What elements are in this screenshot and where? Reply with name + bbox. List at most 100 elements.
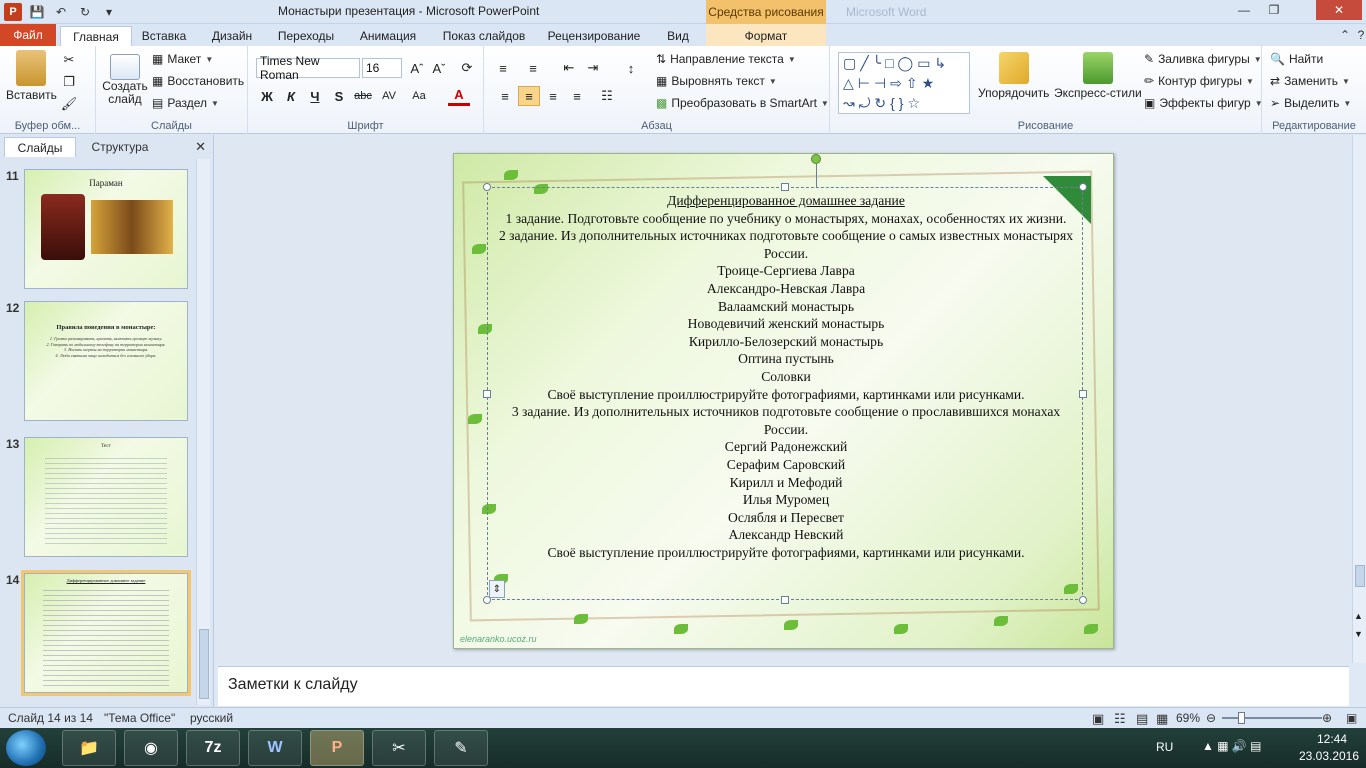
decrease-indent-icon[interactable]: ⇤ (558, 58, 580, 78)
slideshow-icon[interactable]: ▦ (1156, 711, 1168, 727)
scrollbar-thumb[interactable] (199, 629, 209, 699)
tab-file[interactable]: Файл (0, 24, 56, 46)
thumbnail-image[interactable]: Правила поведения в монастыре: 1. Громко… (24, 301, 188, 421)
layout-button[interactable]: ▦ Макет ▼ (152, 52, 213, 66)
text-placeholder[interactable]: Дифференцированное домашнее задание 1 за… (483, 154, 1087, 604)
rotation-handle[interactable] (811, 154, 821, 164)
tab-slideshow[interactable]: Показ слайдов (436, 26, 532, 46)
section-button[interactable]: ▤ Раздел ▼ (152, 96, 219, 110)
char-spacing-button[interactable]: AV (378, 86, 400, 106)
line-spacing-icon[interactable]: ↕ (620, 58, 642, 78)
resize-handle[interactable] (1079, 596, 1087, 604)
font-color-button[interactable]: A (448, 86, 470, 106)
resize-handle[interactable] (781, 183, 789, 191)
smartart-button[interactable]: ▩ Преобразовать в SmartArt ▼ (656, 96, 829, 110)
shadow-button[interactable]: S (328, 86, 350, 106)
quick-styles-button[interactable]: Экспресс-стили (1054, 52, 1142, 100)
minimize-button[interactable]: — (1230, 0, 1258, 20)
paste-button[interactable]: Вставить (6, 50, 57, 102)
align-left-icon[interactable]: ≡ (494, 86, 516, 106)
tab-home[interactable]: Главная (60, 26, 132, 46)
text-direction-button[interactable]: ⇅ Направление текста ▼ (656, 52, 796, 66)
prev-slide-icon[interactable]: ▲ (1354, 611, 1363, 621)
explorer-icon[interactable]: 📁 (62, 730, 116, 766)
align-center-icon[interactable]: ≡ (518, 86, 540, 106)
grow-font-icon[interactable]: Aˆ (406, 58, 428, 78)
maximize-button[interactable]: ❐ (1260, 0, 1288, 20)
powerpoint-taskbar-icon[interactable]: P (310, 730, 364, 766)
close-button[interactable]: ✕ (1316, 0, 1362, 20)
thumbnail-image[interactable]: Тест (24, 437, 188, 557)
fit-to-window-icon[interactable]: ▣ (1346, 711, 1357, 725)
replace-button[interactable]: ⇄ Заменить ▼ (1270, 74, 1350, 88)
bold-button[interactable]: Ж (256, 86, 278, 106)
word-icon[interactable]: W (248, 730, 302, 766)
thumbnail-image-selected[interactable]: Дифференцированное домашнее задание (21, 570, 191, 696)
align-right-icon[interactable]: ≡ (542, 86, 564, 106)
slide-sorter-icon[interactable]: ☷ (1114, 711, 1126, 727)
theme-name[interactable]: "Тема Office" (104, 711, 175, 725)
slides-pane-scrollbar[interactable] (196, 159, 210, 705)
zoom-level[interactable]: 69% (1176, 711, 1200, 725)
autofit-options-icon[interactable]: ⇕ (489, 580, 505, 598)
align-text-button[interactable]: ▦ Выровнять текст ▼ (656, 74, 777, 88)
shapes-gallery[interactable]: ▢╱╰□◯▭↳ △⊢⊣⇨⇧★ ↝⤾↻{}☆ (838, 52, 970, 114)
thumbnail-image[interactable]: Параман (24, 169, 188, 289)
start-button[interactable] (6, 730, 46, 766)
customize-qat-icon[interactable]: ▾ (100, 3, 118, 21)
font-size-field[interactable]: 16 (362, 58, 402, 78)
strikethrough-button[interactable]: abc (352, 86, 374, 106)
reset-button[interactable]: ▦ Восстановить (152, 74, 244, 88)
input-language[interactable]: RU (1156, 740, 1173, 754)
notes-pane[interactable]: Заметки к слайду (218, 666, 1349, 706)
clock-time[interactable]: 12:44 (1304, 732, 1360, 746)
tab-review[interactable]: Рецензирование (544, 26, 644, 46)
tab-format[interactable]: Формат (720, 26, 812, 46)
scrollbar-thumb[interactable] (1355, 565, 1365, 587)
tab-slides[interactable]: Слайды (4, 137, 76, 157)
tab-insert[interactable]: Вставка (136, 26, 192, 46)
save-icon[interactable]: 💾 (28, 3, 46, 21)
snipping-tool-icon[interactable]: ✂ (372, 730, 426, 766)
reading-view-icon[interactable]: ▤ (1136, 711, 1148, 727)
columns-icon[interactable]: ☷ (596, 86, 618, 106)
redo-icon[interactable]: ↻ (76, 3, 94, 21)
zoom-out-icon[interactable]: ⊖ (1206, 711, 1216, 725)
shape-outline-button[interactable]: ✏ Контур фигуры ▼ (1144, 74, 1254, 88)
zoom-slider-knob[interactable] (1237, 712, 1245, 724)
arrange-button[interactable]: Упорядочить (978, 52, 1049, 100)
format-painter-icon[interactable]: 🖌 (58, 94, 80, 114)
tab-outline[interactable]: Структура (80, 137, 160, 157)
find-button[interactable]: 🔍 Найти (1270, 52, 1323, 66)
underline-button[interactable]: Ч (304, 86, 326, 106)
italic-button[interactable]: К (280, 86, 302, 106)
cut-icon[interactable]: ✂ (58, 50, 80, 70)
firefox-icon[interactable]: ◉ (124, 730, 178, 766)
paint-icon[interactable]: ✎ (434, 730, 488, 766)
shrink-font-icon[interactable]: Aˇ (428, 58, 450, 78)
editor-scrollbar[interactable]: ▲ ▼ (1352, 135, 1366, 663)
clear-formatting-icon[interactable]: ⟳ (456, 58, 478, 78)
numbering-icon[interactable]: ≡ (522, 58, 544, 78)
bullets-icon[interactable]: ≡ (492, 58, 514, 78)
font-name-field[interactable]: Times New Roman (256, 54, 360, 82)
zoom-in-icon[interactable]: ⊕ (1322, 711, 1332, 725)
shape-effects-button[interactable]: ▣ Эффекты фигур ▼ (1144, 96, 1263, 110)
7zip-icon[interactable]: 7z (186, 730, 240, 766)
help-icon[interactable]: ? (1352, 26, 1366, 44)
resize-handle[interactable] (483, 183, 491, 191)
powerpoint-icon[interactable]: P (4, 3, 22, 21)
justify-icon[interactable]: ≡ (566, 86, 588, 106)
current-slide[interactable]: elenaranko.ucoz.ru Дифференцированное до… (453, 153, 1114, 649)
resize-handle[interactable] (781, 596, 789, 604)
undo-icon[interactable]: ↶ (52, 3, 70, 21)
close-pane-icon[interactable]: ✕ (195, 139, 206, 155)
tab-transitions[interactable]: Переходы (272, 26, 340, 46)
resize-handle[interactable] (1079, 183, 1087, 191)
increase-indent-icon[interactable]: ⇥ (582, 58, 604, 78)
select-button[interactable]: ➢ Выделить ▼ (1270, 96, 1351, 110)
clock-date[interactable]: 23.03.2016 (1294, 749, 1364, 763)
tab-view[interactable]: Вид (656, 26, 700, 46)
tab-design[interactable]: Дизайн (204, 26, 260, 46)
shape-fill-button[interactable]: ✎ Заливка фигуры ▼ (1144, 52, 1262, 66)
